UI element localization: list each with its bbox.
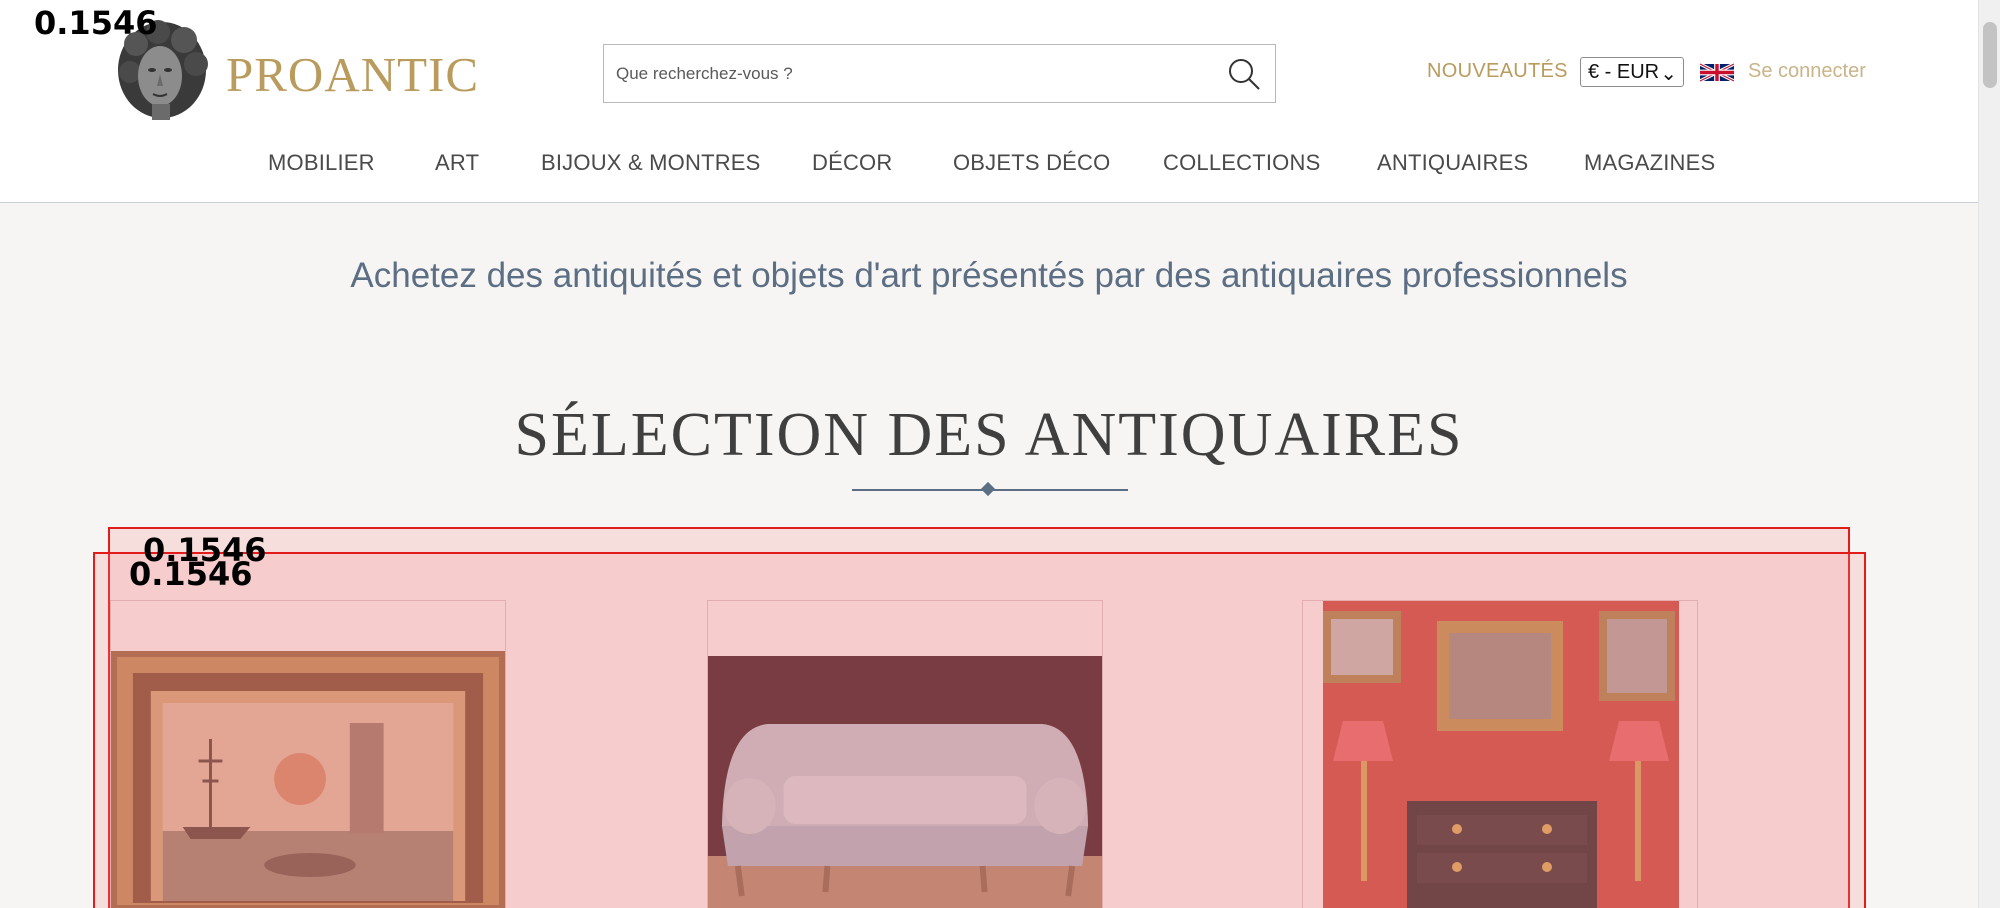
search-icon[interactable]: [1225, 55, 1263, 93]
title-divider-diamond: [980, 481, 996, 497]
section-title: SÉLECTION DES ANTIQUAIRES: [514, 401, 1464, 469]
currency-value: € - EUR: [1588, 61, 1660, 83]
login-link[interactable]: Se connecter: [1748, 60, 1866, 83]
search-input[interactable]: [616, 45, 1196, 102]
uk-flag-icon[interactable]: [1700, 60, 1734, 85]
chevron-down-icon: ⌄: [1660, 63, 1677, 85]
vertical-scrollbar[interactable]: [1978, 0, 2000, 908]
search-box: [603, 44, 1276, 103]
nav-item-art[interactable]: ART: [435, 150, 479, 176]
nav-item-antiquaires[interactable]: ANTIQUAIRES: [1377, 150, 1528, 176]
nav-item-objets-deco[interactable]: OBJETS DÉCO: [953, 150, 1110, 176]
nav-item-bijoux-montres[interactable]: BIJOUX & MONTRES: [541, 150, 761, 176]
scrollbar-thumb[interactable]: [1983, 22, 1997, 88]
nav-item-collections[interactable]: COLLECTIONS: [1163, 150, 1320, 176]
nav-item-mobilier[interactable]: MOBILIER: [268, 150, 375, 176]
tagline: Achetez des antiquités et objets d'art p…: [350, 256, 1628, 295]
detection-score: 0.1546: [34, 4, 158, 42]
nav-item-magazines[interactable]: MAGAZINES: [1584, 150, 1715, 176]
currency-select[interactable]: € - EUR ⌄: [1580, 57, 1684, 87]
main-nav: MOBILIER ART BIJOUX & MONTRES DÉCOR OBJE…: [0, 150, 1978, 180]
brand-name[interactable]: PROANTIC: [226, 46, 479, 103]
nav-item-decor[interactable]: DÉCOR: [812, 150, 892, 176]
nouveautes-link[interactable]: NOUVEAUTÉS: [1427, 60, 1568, 83]
site-header: PROANTIC NOUVEAUTÉS € - EUR ⌄ Se connect…: [0, 0, 1978, 203]
detection-box-inner: [93, 552, 1866, 908]
detection-score: 0.1546: [129, 555, 253, 593]
